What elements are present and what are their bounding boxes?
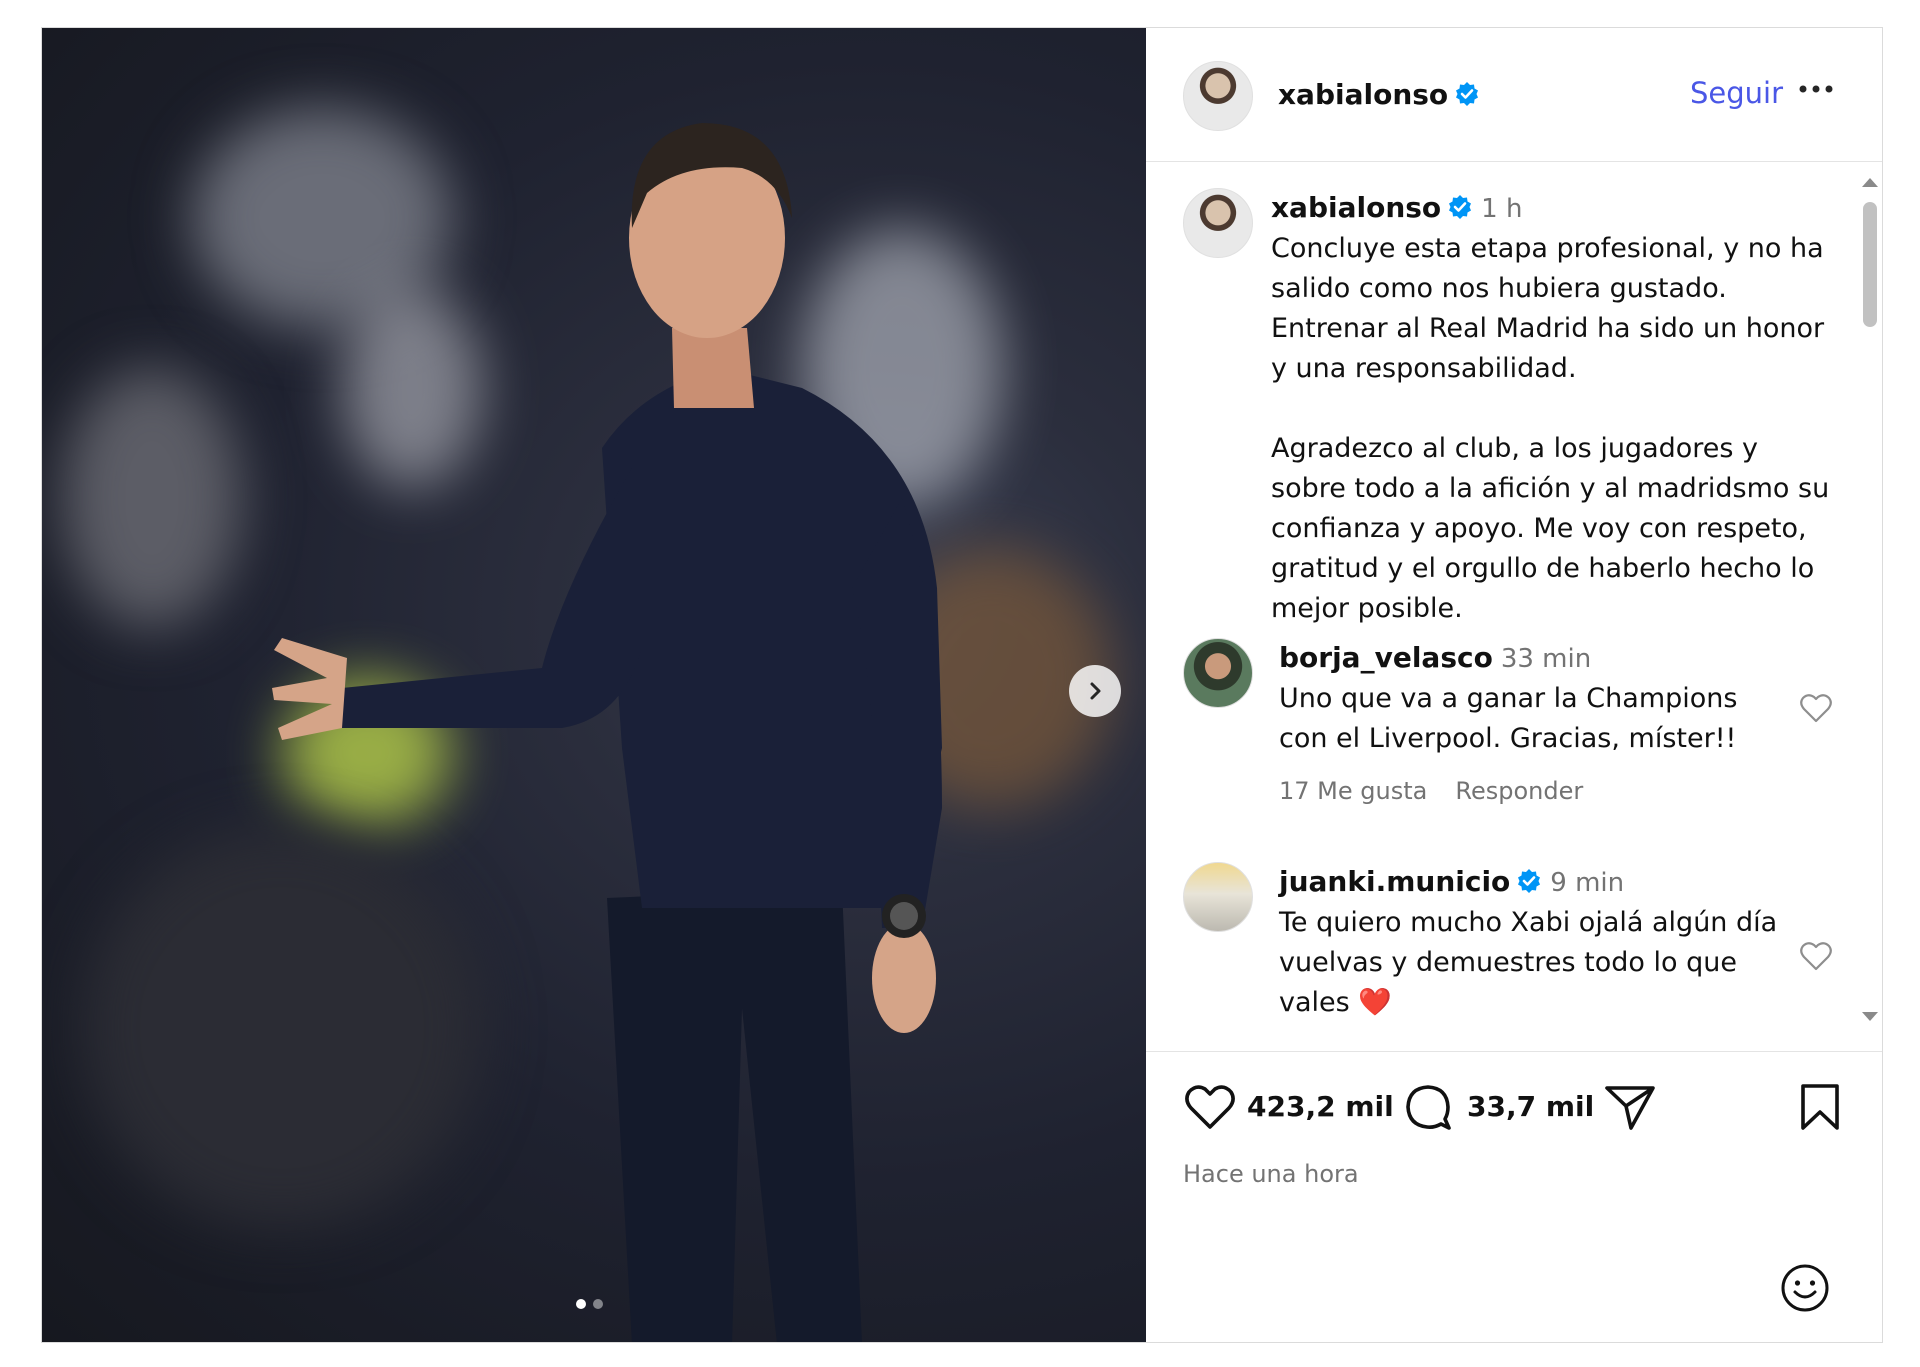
comment-username[interactable]: juanki.municio [1279, 865, 1510, 898]
comment-like-button[interactable] [1799, 940, 1833, 975]
comment-like-button[interactable] [1799, 692, 1833, 727]
comment-time: 9 min [1550, 868, 1625, 898]
verified-badge-icon [1518, 869, 1541, 893]
verified-badge-icon [1449, 195, 1472, 219]
author-username-row[interactable]: xabialonso [1278, 78, 1480, 111]
carousel-next-button[interactable] [1069, 665, 1121, 717]
comment-text: Uno que va a ganar la Champions con el L… [1279, 683, 1738, 754]
comment-username[interactable]: borja_velasco [1279, 641, 1493, 674]
more-options-button[interactable] [1798, 82, 1834, 97]
comment-avatar[interactable] [1183, 638, 1253, 708]
like-button[interactable] [1183, 1082, 1237, 1135]
post-header: xabialonso Seguir [1146, 28, 1882, 162]
author-username[interactable]: xabialonso [1278, 78, 1448, 111]
more-options-icon [1799, 85, 1833, 93]
caption-username[interactable]: xabialonso [1271, 191, 1441, 224]
heart-icon [1800, 694, 1832, 723]
comments-count[interactable]: 33,7 mil [1467, 1090, 1594, 1123]
comment-bubble-icon [1406, 1085, 1451, 1130]
caption-author-avatar[interactable] [1183, 188, 1253, 258]
heart-icon [1800, 942, 1832, 971]
coach-figure [272, 123, 942, 1342]
comment-text: Te quiero mucho Xabi ojalá algún día vue… [1279, 907, 1778, 1018]
smiley-icon [1781, 1264, 1829, 1312]
verified-badge-icon [1456, 82, 1479, 106]
post-side-panel: xabialonso Seguir xabialonso 1 h Concluy… [1146, 28, 1882, 1342]
post-timestamp: Hace una hora [1183, 1160, 1359, 1188]
instagram-post: xabialonso Seguir xabialonso 1 h Concluy… [41, 27, 1883, 1343]
emoji-button[interactable] [1779, 1262, 1831, 1317]
comment-time: 33 min [1500, 644, 1592, 674]
heart-icon [1185, 1085, 1235, 1129]
comment-likes[interactable]: 17 Me gusta [1279, 777, 1427, 805]
follow-button[interactable]: Seguir [1690, 76, 1783, 110]
scrollbar-thumb[interactable] [1863, 202, 1877, 327]
chevron-right-icon [1090, 682, 1101, 700]
caption-time: 1 h [1481, 194, 1523, 224]
likes-count[interactable]: 423,2 mil [1247, 1090, 1394, 1123]
author-avatar[interactable] [1183, 61, 1253, 131]
carousel-dot [593, 1299, 603, 1309]
comment-avatar[interactable] [1183, 862, 1253, 932]
caption-text: Concluye esta etapa profesional, y no ha… [1271, 233, 1830, 624]
carousel-indicator [576, 1299, 603, 1309]
paper-plane-icon [1605, 1086, 1655, 1130]
scroll-up-arrow[interactable] [1862, 178, 1878, 187]
scroll-down-arrow[interactable] [1862, 1012, 1878, 1021]
comment-button[interactable] [1403, 1082, 1457, 1135]
save-button[interactable] [1797, 1082, 1843, 1135]
bookmark-icon [1801, 1084, 1839, 1130]
carousel-dot-active [576, 1299, 586, 1309]
comments-scrollbar[interactable] [1858, 162, 1880, 1030]
share-button[interactable] [1603, 1082, 1657, 1135]
post-actions: 423,2 mil 33,7 mil Hace una hora [1146, 1051, 1882, 1367]
comments-scroll-area[interactable]: xabialonso 1 h Concluye esta etapa profe… [1146, 162, 1882, 1030]
post-media [42, 28, 1146, 1342]
reply-button[interactable]: Responder [1455, 777, 1583, 805]
